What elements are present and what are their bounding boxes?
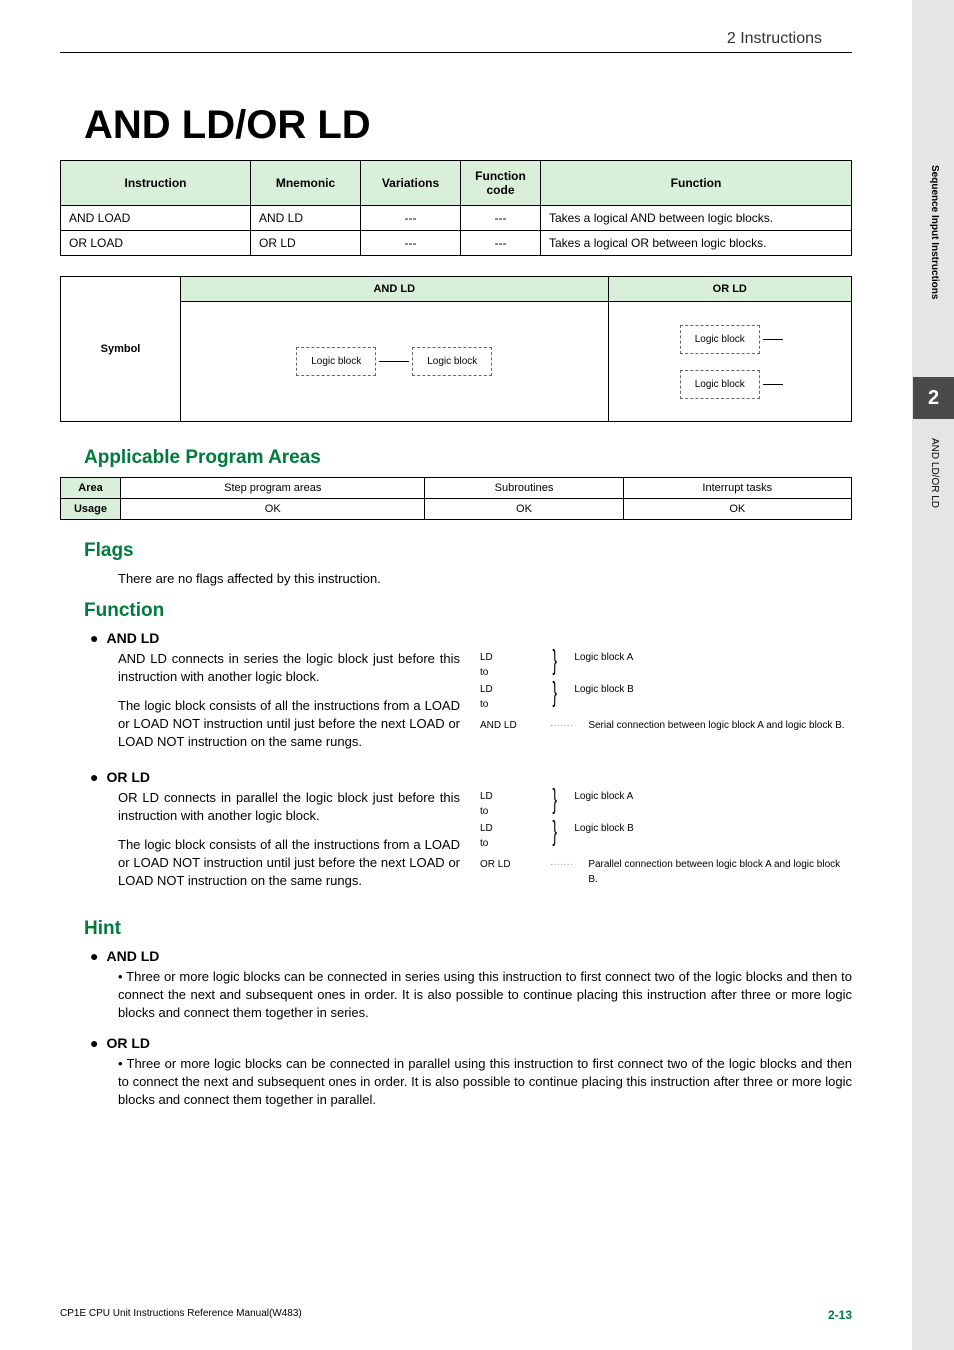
side-text-sequence: Sequence Input Instructions — [929, 165, 940, 299]
cell: --- — [461, 206, 541, 231]
logic-block-box: Logic block — [296, 347, 376, 376]
hint-orld-label: OR LD — [90, 1035, 852, 1051]
flags-text: There are no flags affected by this inst… — [118, 570, 852, 588]
cell: --- — [461, 231, 541, 256]
usage-label: Usage — [61, 499, 121, 520]
diag-block-a: Logic block A — [574, 650, 633, 665]
symbol-table: Symbol AND LD OR LD Logic block Logic bl… — [60, 276, 852, 422]
logic-block-box: Logic block — [680, 370, 760, 399]
diag-parallel-note: Parallel connection between logic block … — [588, 857, 852, 887]
cell: Takes a logical AND between logic blocks… — [541, 206, 852, 231]
th-instruction: Instruction — [61, 161, 251, 206]
area-header: Step program areas — [121, 478, 425, 499]
table-row: OR LOAD OR LD --- --- Takes a logical OR… — [61, 231, 852, 256]
function-andld-p2: The logic block consists of all the inst… — [118, 697, 460, 752]
cell: --- — [361, 231, 461, 256]
symbol-header-orld: OR LD — [608, 277, 851, 302]
function-orld-p2: The logic block consists of all the inst… — [118, 836, 460, 891]
cell: AND LOAD — [61, 206, 251, 231]
connector-line — [763, 384, 783, 385]
brace-icon: } — [552, 650, 557, 670]
table-row: AND LOAD AND LD --- --- Takes a logical … — [61, 206, 852, 231]
section-flags: Flags — [84, 540, 852, 562]
th-function: Function — [541, 161, 852, 206]
brace-icon: } — [552, 821, 557, 841]
brace-icon: } — [552, 789, 557, 809]
th-mnemonic: Mnemonic — [251, 161, 361, 206]
header-rule — [60, 52, 852, 53]
symbol-row-label: Symbol — [61, 277, 181, 422]
symbol-header-andld: AND LD — [181, 277, 609, 302]
function-orld-diagram: LD to } Logic block A LD to } Logic bloc… — [480, 789, 852, 900]
th-function-code: Function code — [461, 161, 541, 206]
cell: AND LD — [251, 206, 361, 231]
area-header: Subroutines — [425, 478, 623, 499]
diag-to: to — [480, 667, 488, 678]
diag-to: to — [480, 806, 488, 817]
function-orld-text: OR LD connects in parallel the logic blo… — [90, 789, 460, 900]
diag-block-b: Logic block B — [574, 821, 633, 836]
connector-line — [763, 339, 783, 340]
symbol-andld-cell: Logic block Logic block — [181, 302, 609, 422]
cell: Takes a logical OR between logic blocks. — [541, 231, 852, 256]
diag-serial-note: Serial connection between logic block A … — [588, 718, 852, 733]
brace-icon: } — [552, 682, 557, 702]
diag-orld: OR LD — [480, 857, 535, 872]
usage-value: OK — [623, 499, 851, 520]
area-header-area: Area — [61, 478, 121, 499]
usage-value: OK — [121, 499, 425, 520]
function-andld-p1: AND LD connects in series the logic bloc… — [118, 650, 460, 686]
section-hint: Hint — [84, 918, 852, 940]
logic-block-box: Logic block — [680, 325, 760, 354]
usage-value: OK — [425, 499, 623, 520]
diag-block-a: Logic block A — [574, 789, 633, 804]
diag-andld: AND LD — [480, 718, 535, 733]
header-section: 2 Instructions — [60, 30, 852, 48]
page-title: AND LD/OR LD — [84, 103, 852, 148]
diag-to: to — [480, 699, 488, 710]
diag-block-b: Logic block B — [574, 682, 633, 697]
function-orld-p1: OR LD connects in parallel the logic blo… — [118, 789, 460, 825]
hint-andld-label: AND LD — [90, 948, 852, 964]
function-orld-label: OR LD — [90, 769, 852, 785]
function-andld-label: AND LD — [90, 630, 852, 646]
diag-ld: LD — [480, 791, 493, 802]
diag-ld: LD — [480, 684, 493, 695]
section-function: Function — [84, 600, 852, 622]
side-text-andld: AND LD/OR LD — [929, 438, 940, 508]
diag-to: to — [480, 838, 488, 849]
cell: OR LD — [251, 231, 361, 256]
logic-block-box: Logic block — [412, 347, 492, 376]
symbol-orld-cell: Logic block Logic block — [608, 302, 851, 422]
diag-ld: LD — [480, 823, 493, 834]
footer-manual: CP1E CPU Unit Instructions Reference Man… — [60, 1308, 302, 1322]
connector-line — [379, 361, 409, 362]
cell: OR LOAD — [61, 231, 251, 256]
cell: --- — [361, 206, 461, 231]
applicable-areas-table: Area Step program areas Subroutines Inte… — [60, 477, 852, 520]
function-andld-diagram: LD to } Logic block A LD to } Logic bloc… — [480, 650, 852, 761]
footer-page: 2-13 — [828, 1308, 852, 1322]
function-andld-text: AND LD connects in series the logic bloc… — [90, 650, 460, 761]
chapter-tab: 2 — [913, 377, 954, 419]
section-applicable-areas: Applicable Program Areas — [84, 447, 852, 469]
instruction-table: Instruction Mnemonic Variations Function… — [60, 160, 852, 256]
th-variations: Variations — [361, 161, 461, 206]
hint-andld-text: Three or more logic blocks can be connec… — [118, 968, 852, 1023]
area-header: Interrupt tasks — [623, 478, 851, 499]
diag-ld: LD — [480, 652, 493, 663]
hint-orld-text: Three or more logic blocks can be connec… — [118, 1055, 852, 1110]
